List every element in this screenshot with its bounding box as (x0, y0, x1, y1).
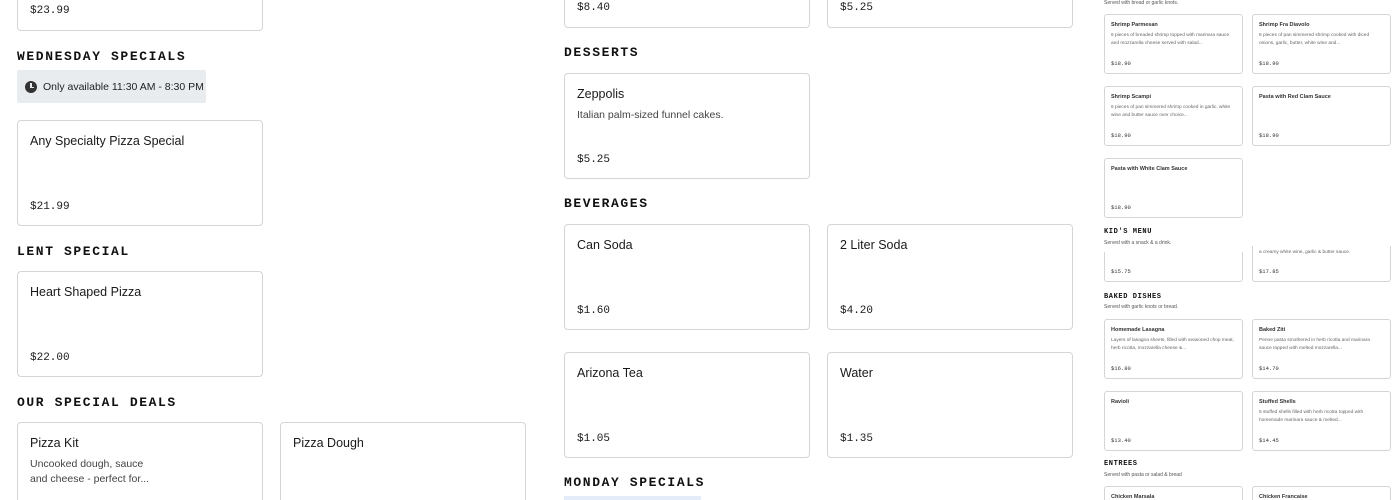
item-name: Homemade Lasagna (1111, 327, 1165, 333)
item-description: 6 pieces of pan simmered shrimp cooked i… (1111, 105, 1231, 118)
item-price: $18.90 (1259, 60, 1279, 67)
availability-text: Only available 11:30 AM - 8:30 PM (43, 80, 204, 93)
availability-notice (564, 496, 701, 500)
item-name: Chicken Francaise (1259, 494, 1308, 500)
section-title-beverages: BEVERAGES (564, 196, 649, 211)
section-title-lent: LENT SPECIAL (17, 244, 130, 259)
item-price: $15.75 (1111, 268, 1131, 275)
item-price: $14.70 (1259, 365, 1279, 372)
item-name: Pizza Kit (30, 436, 79, 450)
item-price: $14.45 (1259, 437, 1279, 444)
item-price: $23.99 (30, 5, 70, 17)
section-subtitle: Served with a snack & a drink. (1104, 240, 1172, 246)
item-name: Pizza Dough (293, 436, 364, 450)
section-title-wednesday: WEDNESDAY SPECIALS (17, 49, 187, 64)
menu-item-card[interactable]: Stuffed Shells 5 stuffed shells filled w… (1252, 391, 1391, 451)
item-name: Water (840, 366, 873, 380)
section-subtitle: Served with garlic knots or bread. (1104, 304, 1179, 310)
item-name: Shrimp Fra Diavolo (1259, 22, 1310, 28)
item-name: Shrimp Scampi (1111, 94, 1152, 100)
item-price: $1.60 (577, 305, 611, 317)
item-description: Layers of lasagna sheets, filled with se… (1111, 338, 1234, 351)
menu-item-card[interactable]: Baked Ziti Penne pasta smothered in herb… (1252, 319, 1391, 379)
section-subtitle: Served with bread or garlic knots. (1104, 0, 1179, 6)
item-name: Chicken Marsala (1111, 494, 1155, 500)
item-price: $8.40 (577, 2, 611, 14)
item-price: $18.90 (1111, 60, 1131, 67)
item-description: a creamy white wine, garlic & butter sau… (1259, 250, 1351, 255)
item-description: Uncooked dough, sauce and cheese - perfe… (30, 458, 150, 485)
item-price: $22.00 (30, 352, 70, 364)
menu-item-card[interactable]: $23.99 (17, 0, 263, 31)
item-name: Heart Shaped Pizza (30, 285, 142, 299)
item-name: Stuffed Shells (1259, 399, 1296, 405)
item-name: Any Specialty Pizza Special (30, 134, 185, 148)
item-description: Penne pasta smothered in herb ricotta an… (1259, 338, 1370, 351)
item-price: $18.90 (1259, 132, 1279, 139)
menu-item-card[interactable]: Pizza Dough (280, 422, 526, 500)
item-name: Pasta with Red Clam Sauce (1259, 94, 1331, 100)
item-description: 6 pieces of pan simmered shrimp cooked w… (1259, 33, 1370, 46)
menu-item-card[interactable]: Shrimp Fra Diavolo 6 pieces of pan simme… (1252, 14, 1391, 74)
menu-item-card[interactable]: Arizona Tea $1.05 (564, 352, 810, 458)
section-title-baked: BAKED DISHES (1104, 293, 1162, 301)
item-price: $18.90 (1111, 204, 1131, 211)
section-title-desserts: DESSERTS (564, 45, 640, 60)
menu-item-card[interactable]: $5.25 (827, 0, 1073, 28)
menu-item-card[interactable]: Chicken Marsala (1104, 486, 1243, 500)
menu-item-card[interactable]: $15.75 (1104, 252, 1243, 282)
item-description: 5 stuffed shells filled with herb ricott… (1259, 410, 1364, 423)
item-name: Arizona Tea (577, 366, 643, 380)
item-price: $17.85 (1259, 268, 1279, 275)
item-description: Italian palm-sized funnel cakes. (577, 109, 724, 121)
item-name: Ravioli (1111, 399, 1130, 405)
menu-item-card[interactable]: Chicken Francaise (1252, 486, 1391, 500)
menu-item-card[interactable]: Pasta with White Clam Sauce $18.90 (1104, 158, 1243, 218)
section-title-monday: MONDAY SPECIALS (564, 475, 706, 490)
menu-item-card[interactable]: Shrimp Scampi 6 pieces of pan simmered s… (1104, 86, 1243, 146)
menu-item-card[interactable]: 2 Liter Soda $4.20 (827, 224, 1073, 330)
item-name: Pasta with White Clam Sauce (1111, 166, 1188, 172)
section-subtitle: Served with pasta or salad & bread (1104, 472, 1182, 478)
item-name: Baked Ziti (1259, 327, 1286, 333)
menu-item-card[interactable]: Zeppolis Italian palm-sized funnel cakes… (564, 73, 810, 179)
item-description: 6 pieces of breaded shrimp topped with m… (1111, 33, 1230, 46)
item-price: $13.40 (1111, 437, 1131, 444)
menu-item-card[interactable]: Pasta with Red Clam Sauce $18.90 (1252, 86, 1391, 146)
item-name: 2 Liter Soda (840, 238, 908, 252)
item-name: Can Soda (577, 238, 633, 252)
section-title-kids: KID'S MENU (1104, 228, 1153, 236)
item-price: $16.80 (1111, 365, 1131, 372)
item-price: $5.25 (840, 2, 874, 14)
menu-item-card[interactable]: Any Specialty Pizza Special $21.99 (17, 120, 263, 226)
menu-item-card[interactable]: Can Soda $1.60 (564, 224, 810, 330)
clock-icon (25, 80, 37, 93)
availability-notice: Only available 11:30 AM - 8:30 PM (17, 70, 206, 103)
item-price: $1.35 (840, 433, 874, 445)
item-price: $18.90 (1111, 132, 1131, 139)
item-name: Shrimp Parmesan (1111, 22, 1158, 28)
menu-item-card[interactable]: Pizza Kit Uncooked dough, sauce and chee… (17, 422, 263, 500)
item-price: $5.25 (577, 154, 611, 166)
item-price: $4.20 (840, 305, 874, 317)
menu-item-card[interactable]: Heart Shaped Pizza $22.00 (17, 271, 263, 377)
menu-item-card[interactable]: Water $1.35 (827, 352, 1073, 458)
menu-item-card[interactable]: Shrimp Parmesan 6 pieces of breaded shri… (1104, 14, 1243, 74)
menu-item-card[interactable]: Ravioli $13.40 (1104, 391, 1243, 451)
menu-item-card[interactable]: $8.40 (564, 0, 810, 28)
item-price: $21.99 (30, 201, 70, 213)
section-title-entrees: ENTREES (1104, 460, 1138, 468)
menu-item-card[interactable]: Homemade Lasagna Layers of lasagna sheet… (1104, 319, 1243, 379)
item-name: Zeppolis (577, 87, 625, 101)
section-title-deals: OUR SPECIAL DEALS (17, 395, 177, 410)
menu-item-card[interactable]: a creamy white wine, garlic & butter sau… (1252, 246, 1391, 282)
item-price: $1.05 (577, 433, 611, 445)
